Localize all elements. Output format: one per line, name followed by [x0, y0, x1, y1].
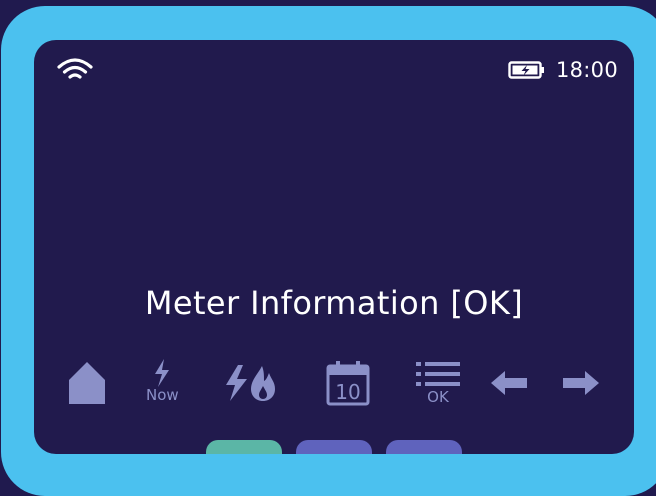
navigation-bar: Now 10 OK — [34, 358, 634, 410]
tab-2[interactable] — [296, 440, 372, 454]
menu-list-icon[interactable]: OK — [414, 360, 462, 412]
battery-charging-icon — [508, 61, 544, 79]
tab-3[interactable] — [386, 440, 462, 454]
wifi-icon — [57, 58, 93, 79]
ok-caption: OK — [427, 388, 449, 406]
now-caption: Now — [146, 386, 179, 404]
calendar-icon[interactable]: 10 — [326, 360, 370, 412]
arrow-right-icon[interactable] — [562, 370, 600, 422]
electricity-gas-icon[interactable] — [224, 364, 280, 416]
page-title: Meter Information [OK] — [144, 284, 524, 322]
tab-1[interactable] — [206, 440, 282, 454]
calendar-day: 10 — [335, 380, 360, 404]
status-time: 18:00 — [555, 58, 618, 82]
status-indicators: 18:00 — [508, 58, 618, 82]
home-icon[interactable] — [68, 360, 106, 412]
electricity-now-icon[interactable]: Now — [146, 358, 179, 410]
tab-indicators — [34, 440, 634, 454]
arrow-left-icon[interactable] — [490, 370, 528, 422]
display-screen: 18:00 Meter Information [OK] Now 10 OK — [34, 40, 634, 454]
